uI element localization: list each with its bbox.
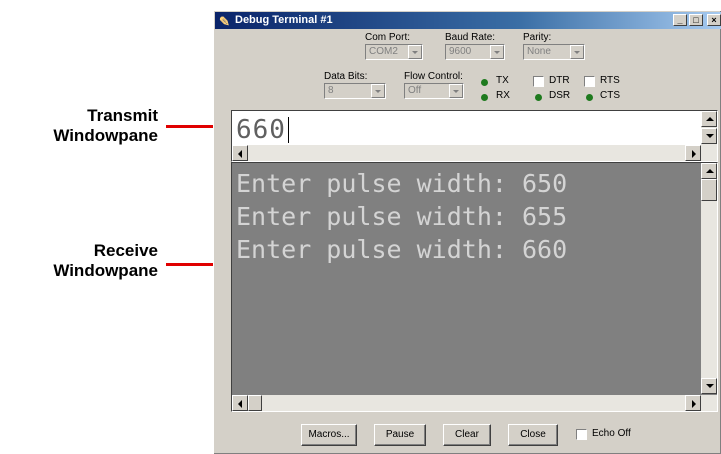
pause-button[interactable]: Pause [374, 424, 426, 446]
dsr-led-icon [535, 94, 542, 101]
receive-windowpane[interactable]: Enter pulse width: 650 Enter pulse width… [231, 162, 718, 412]
scroll-thumb[interactable] [248, 395, 262, 411]
transmit-text: 660 [236, 115, 286, 145]
echo-off-checkbox[interactable] [576, 429, 587, 440]
baud-rate-select[interactable]: 9600 [445, 44, 505, 60]
scroll-left-icon[interactable] [232, 395, 248, 411]
chevron-down-icon [371, 84, 385, 98]
chevron-down-icon [490, 45, 504, 59]
rx-led-icon [481, 94, 488, 101]
scroll-right-icon[interactable] [685, 395, 701, 411]
com-port-select[interactable]: COM2 [365, 44, 423, 60]
dtr-label: DTR [549, 75, 570, 86]
receive-callout-line1: Receive [93, 241, 158, 260]
transmit-vertical-scrollbar[interactable] [701, 111, 717, 145]
com-port-label: Com Port: [365, 32, 411, 43]
flow-control-select[interactable]: Off [404, 83, 464, 99]
close-button[interactable]: Close [508, 424, 558, 446]
chevron-down-icon [449, 84, 463, 98]
receive-line: Enter pulse width: 655 [236, 202, 568, 231]
receive-vertical-scrollbar[interactable] [701, 163, 717, 394]
minimize-button[interactable]: _ [673, 14, 687, 26]
scroll-up-icon[interactable] [701, 111, 717, 127]
wrench-icon: ✎ [219, 14, 230, 29]
cts-led-icon [586, 94, 593, 101]
receive-horizontal-scrollbar[interactable] [232, 395, 717, 411]
com-port-value: COM2 [369, 46, 398, 57]
transmit-windowpane[interactable]: 660 [231, 110, 718, 162]
clear-button[interactable]: Clear [443, 424, 491, 446]
debug-terminal-window: ✎ Debug Terminal #1 _ □ × Com Port: COM2… [213, 10, 721, 454]
cts-label: CTS [600, 90, 620, 101]
rx-label: RX [496, 90, 510, 101]
baud-rate-label: Baud Rate: [445, 32, 496, 43]
tx-led-icon [481, 79, 488, 86]
receive-arrow [166, 263, 220, 266]
scroll-down-icon[interactable] [701, 378, 717, 394]
data-bits-label: Data Bits: [324, 71, 368, 82]
text-caret [288, 117, 289, 143]
maximize-button[interactable]: □ [689, 14, 703, 26]
dtr-checkbox[interactable] [533, 76, 544, 87]
title-bar[interactable]: ✎ Debug Terminal #1 _ □ × [215, 12, 721, 29]
baud-rate-value: 9600 [449, 46, 472, 57]
transmit-horizontal-scrollbar[interactable] [232, 145, 717, 161]
flow-control-label: Flow Control: [404, 71, 463, 82]
transmit-callout: Transmit Windowpane [28, 106, 158, 146]
scroll-up-icon[interactable] [701, 163, 717, 179]
parity-label: Parity: [523, 32, 552, 43]
scroll-down-icon[interactable] [701, 128, 717, 144]
receive-line: Enter pulse width: 650 [236, 169, 568, 198]
receive-callout-line2: Windowpane [53, 261, 158, 280]
close-window-button[interactable]: × [707, 14, 721, 26]
chevron-down-icon [570, 45, 584, 59]
echo-off-label: Echo Off [592, 428, 631, 439]
scroll-right-icon[interactable] [685, 145, 701, 161]
scroll-thumb[interactable] [701, 179, 717, 201]
tx-label: TX [496, 75, 509, 86]
scroll-left-icon[interactable] [232, 145, 248, 161]
chevron-down-icon [408, 45, 422, 59]
transmit-arrow [166, 125, 220, 128]
receive-line: Enter pulse width: 660 [236, 235, 568, 264]
data-bits-select[interactable]: 8 [324, 83, 386, 99]
receive-callout: Receive Windowpane [10, 241, 158, 281]
rts-label: RTS [600, 75, 620, 86]
flow-control-value: Off [408, 85, 422, 96]
transmit-callout-line1: Transmit [87, 106, 158, 125]
transmit-callout-line2: Windowpane [53, 126, 158, 145]
dsr-label: DSR [549, 90, 571, 101]
window-title: Debug Terminal #1 [235, 14, 333, 26]
rts-checkbox[interactable] [584, 76, 595, 87]
data-bits-value: 8 [328, 85, 334, 96]
macros-button[interactable]: Macros... [301, 424, 357, 446]
parity-value: None [527, 46, 551, 57]
parity-select[interactable]: None [523, 44, 585, 60]
